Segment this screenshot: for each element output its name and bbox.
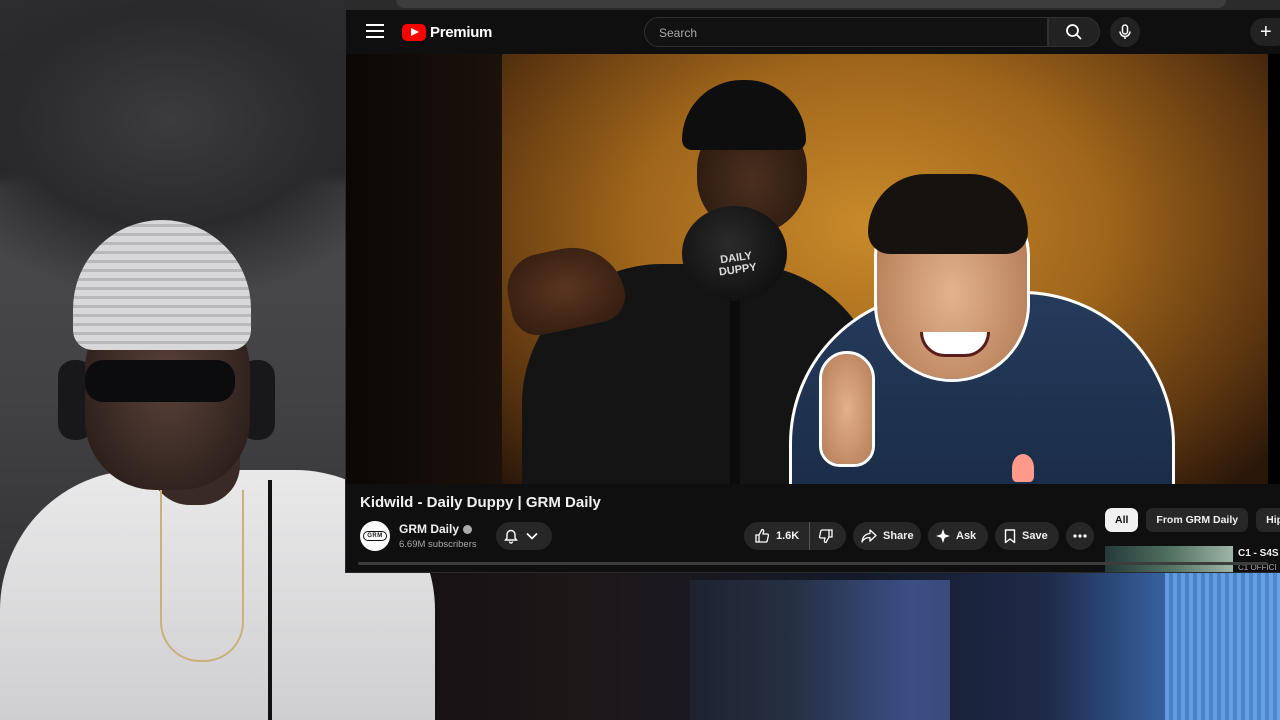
channel-avatar-text: GRM	[363, 531, 387, 541]
video-title: Kidwild - Daily Duppy | GRM Daily	[360, 494, 601, 511]
like-dislike-group: 1.6K	[744, 522, 846, 550]
save-button[interactable]: Save	[995, 522, 1059, 550]
share-button[interactable]: Share	[853, 522, 921, 550]
fridge-background	[690, 580, 950, 720]
chip-hip-hop[interactable]: Hip ho	[1256, 508, 1280, 532]
footballer-finger	[819, 351, 875, 467]
knit-hat	[73, 220, 251, 350]
plus-icon: +	[1260, 21, 1272, 43]
channel-name: GRM Daily	[399, 522, 460, 536]
recommended-title[interactable]: C1 - S4S	[1238, 548, 1279, 559]
search-box	[644, 17, 1051, 48]
more-actions-button[interactable]	[1066, 522, 1094, 550]
notification-button[interactable]	[496, 522, 552, 550]
video-player[interactable]: DAILY DUPPY	[346, 54, 1280, 484]
video-frame: DAILY DUPPY	[502, 54, 1268, 484]
thumbs-down-icon	[819, 529, 833, 544]
menu-icon[interactable]	[366, 24, 384, 38]
sunglasses	[85, 360, 235, 402]
like-count: 1.6K	[776, 530, 800, 542]
address-bar[interactable]	[396, 0, 1226, 8]
window-background	[1165, 572, 1280, 720]
create-button[interactable]: +	[1250, 18, 1280, 46]
like-button[interactable]: 1.6K	[744, 522, 811, 550]
verified-icon	[463, 524, 473, 534]
search-icon	[1066, 24, 1082, 40]
subscriber-count: 6.69M subscribers	[399, 539, 477, 550]
sparkle-icon	[936, 529, 950, 543]
bell-icon	[504, 529, 518, 544]
rapper-cap	[682, 80, 806, 150]
save-label: Save	[1022, 530, 1048, 542]
footballer-hair	[868, 174, 1028, 254]
more-icon	[1073, 534, 1087, 538]
recommended-thumbnail[interactable]	[1105, 546, 1233, 572]
filter-chips: All From GRM Daily Hip ho	[1105, 508, 1280, 532]
share-label: Share	[883, 530, 914, 542]
club-crest-icon	[1012, 454, 1034, 482]
ask-label: Ask	[956, 530, 977, 542]
ask-button[interactable]: Ask	[928, 522, 988, 550]
player-letterbox	[346, 54, 502, 484]
dislike-button[interactable]	[810, 522, 844, 550]
share-icon	[861, 529, 877, 543]
headphone-cable	[268, 480, 272, 720]
bookmark-icon	[1004, 528, 1016, 543]
browser-toolbar	[346, 0, 1280, 10]
youtube-play-icon	[402, 23, 426, 41]
thumbs-up-icon	[755, 528, 770, 543]
chip-from-channel[interactable]: From GRM Daily	[1146, 508, 1249, 532]
youtube-logo[interactable]: Premium	[402, 23, 492, 41]
channel-avatar[interactable]: GRM	[360, 521, 390, 551]
search-input[interactable]	[657, 18, 1051, 48]
mic-stand	[730, 299, 740, 484]
necklace	[160, 490, 244, 662]
logo-text: Premium	[430, 23, 493, 41]
microphone-icon	[1119, 24, 1131, 39]
chevron-down-icon	[526, 532, 538, 540]
youtube-window: Premium + DAILY DUPPY	[346, 0, 1280, 572]
channel-name-link[interactable]: GRM Daily	[399, 522, 473, 536]
voice-search-button[interactable]	[1110, 17, 1140, 47]
youtube-masthead: Premium +	[346, 10, 1280, 54]
chip-all[interactable]: All	[1105, 508, 1139, 532]
progress-bar[interactable]	[358, 562, 1268, 565]
search-button[interactable]	[1048, 17, 1100, 47]
